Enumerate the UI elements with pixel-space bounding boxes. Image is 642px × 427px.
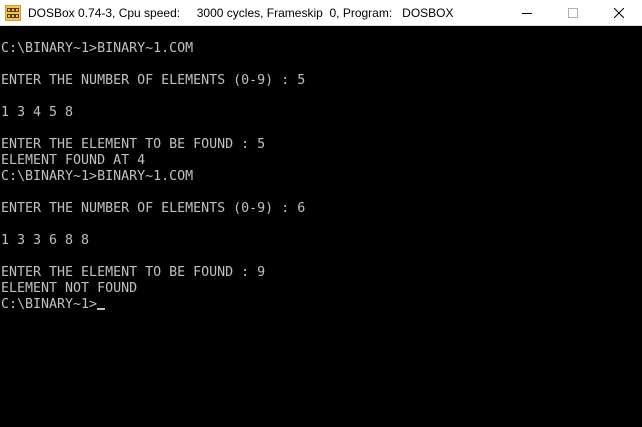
- console-line: C:\BINARY~1>BINARY~1.COM: [1, 169, 194, 184]
- text-cursor: [97, 308, 106, 310]
- console-line: 1 3 4 5 8: [1, 105, 74, 120]
- minimize-button[interactable]: [504, 0, 550, 26]
- console-line: ENTER THE ELEMENT TO BE FOUND : 9: [1, 265, 266, 280]
- console-line: ELEMENT FOUND AT 4: [1, 153, 146, 168]
- dosbox-icon[interactable]: [5, 4, 21, 21]
- console-line: 1 3 3 6 8 8: [1, 233, 90, 248]
- console-line: ENTER THE NUMBER OF ELEMENTS (0-9) : 6: [1, 201, 306, 216]
- maximize-button[interactable]: [550, 0, 596, 26]
- window-title: DOSBox 0.74-3, Cpu speed: 3000 cycles, F…: [28, 5, 454, 20]
- close-button[interactable]: [596, 0, 642, 26]
- console-line: ELEMENT NOT FOUND: [1, 281, 138, 296]
- title-bar[interactable]: DOSBox 0.74-3, Cpu speed: 3000 cycles, F…: [0, 0, 642, 26]
- prompt-line: C:\BINARY~1>: [1, 297, 106, 313]
- close-icon: [614, 7, 624, 18]
- prompt-text: C:\BINARY~1>: [1, 297, 98, 312]
- console-line: ENTER THE ELEMENT TO BE FOUND : 5: [1, 137, 266, 152]
- minimize-icon: [522, 12, 532, 14]
- dosbox-window: DOSBox 0.74-3, Cpu speed: 3000 cycles, F…: [0, 0, 642, 427]
- console-line: C:\BINARY~1>BINARY~1.COM: [1, 41, 194, 56]
- console-output[interactable]: C:\BINARY~1>BINARY~1.COM ENTER THE NUMBE…: [0, 26, 642, 427]
- console-line: ENTER THE NUMBER OF ELEMENTS (0-9) : 5: [1, 73, 306, 88]
- maximize-icon: [568, 7, 578, 18]
